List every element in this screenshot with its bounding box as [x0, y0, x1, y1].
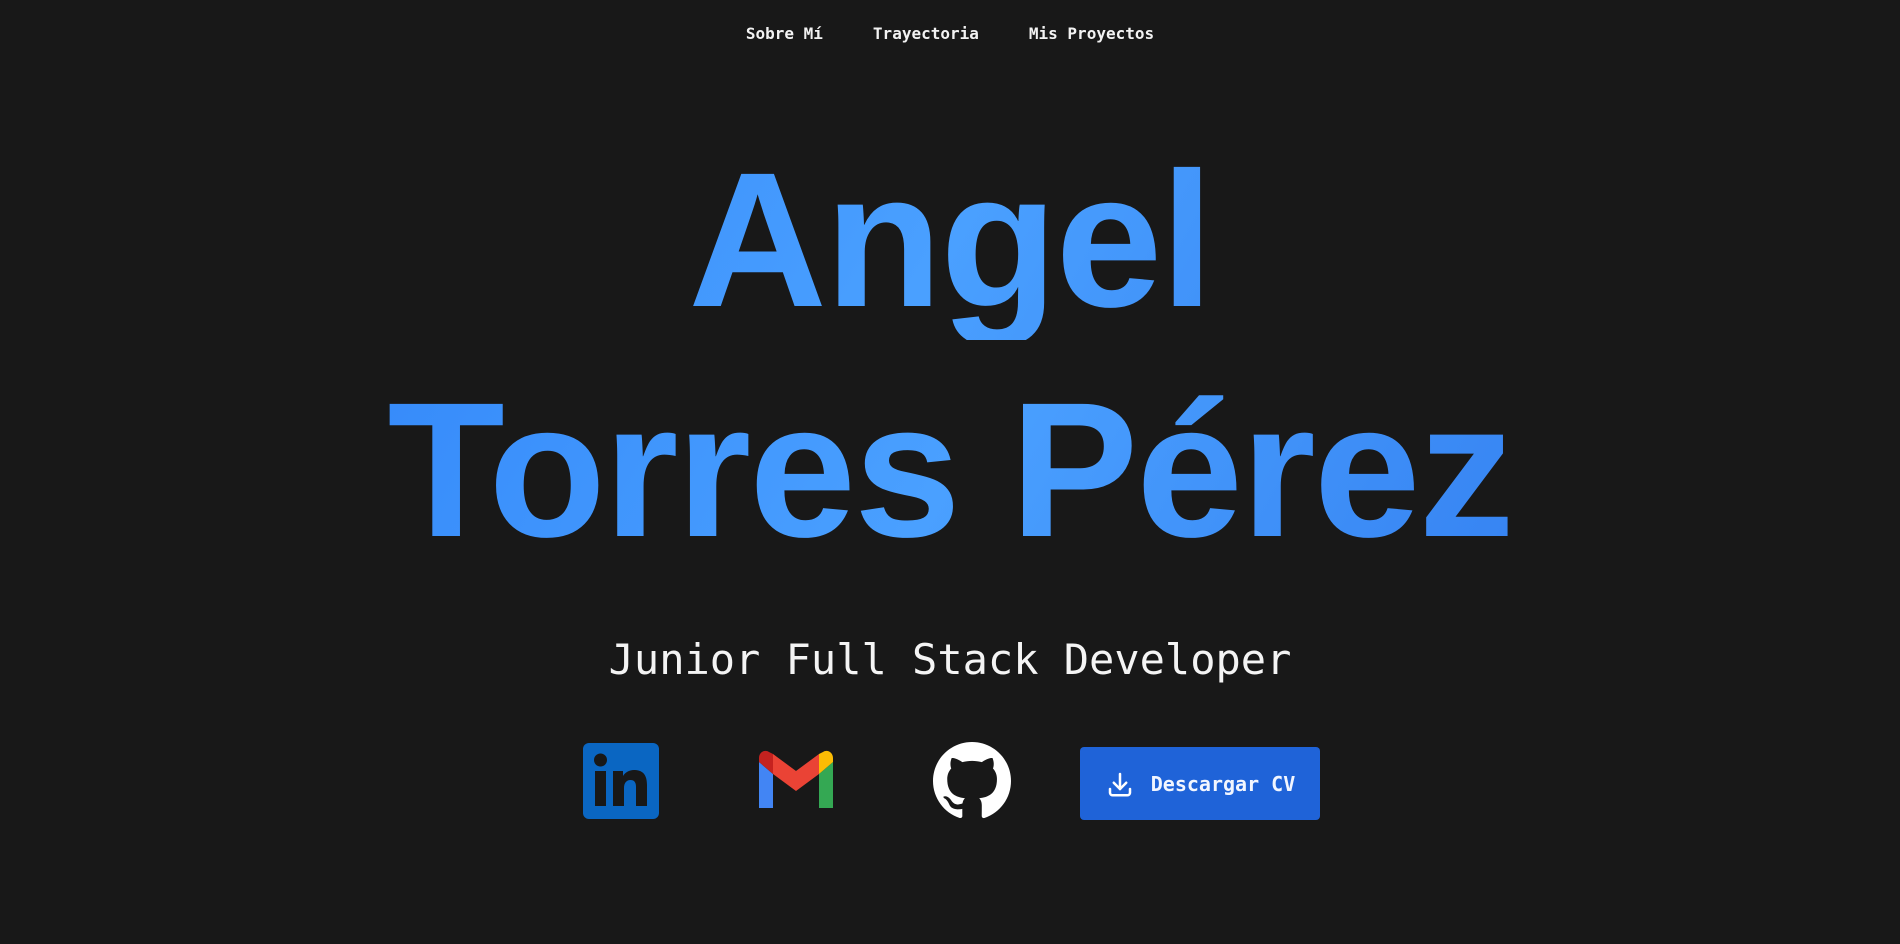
download-cv-button[interactable]: Descargar CV: [1080, 747, 1320, 820]
github-link[interactable]: [933, 742, 1011, 820]
gmail-link[interactable]: [757, 742, 835, 820]
download-cv-label: Descargar CV: [1150, 771, 1296, 796]
gmail-icon: [759, 750, 833, 808]
download-icon: [1108, 772, 1131, 796]
linkedin-link[interactable]: [582, 742, 660, 820]
hero-role: Junior Full Stack Developer: [608, 635, 1292, 684]
nav-link-trayectoria[interactable]: Trayectoria: [873, 22, 979, 46]
hero-first-name: Angel: [0, 140, 1900, 340]
nav-link-mis-proyectos[interactable]: Mis Proyectos: [1029, 22, 1154, 46]
nav-link-sobre-mi[interactable]: Sobre Mí: [746, 22, 823, 46]
hero-last-name: Torres Pérez: [0, 370, 1900, 570]
top-nav: Sobre Mí Trayectoria Mis Proyectos: [0, 22, 1900, 46]
linkedin-icon: [583, 743, 659, 819]
github-icon: [933, 742, 1011, 819]
